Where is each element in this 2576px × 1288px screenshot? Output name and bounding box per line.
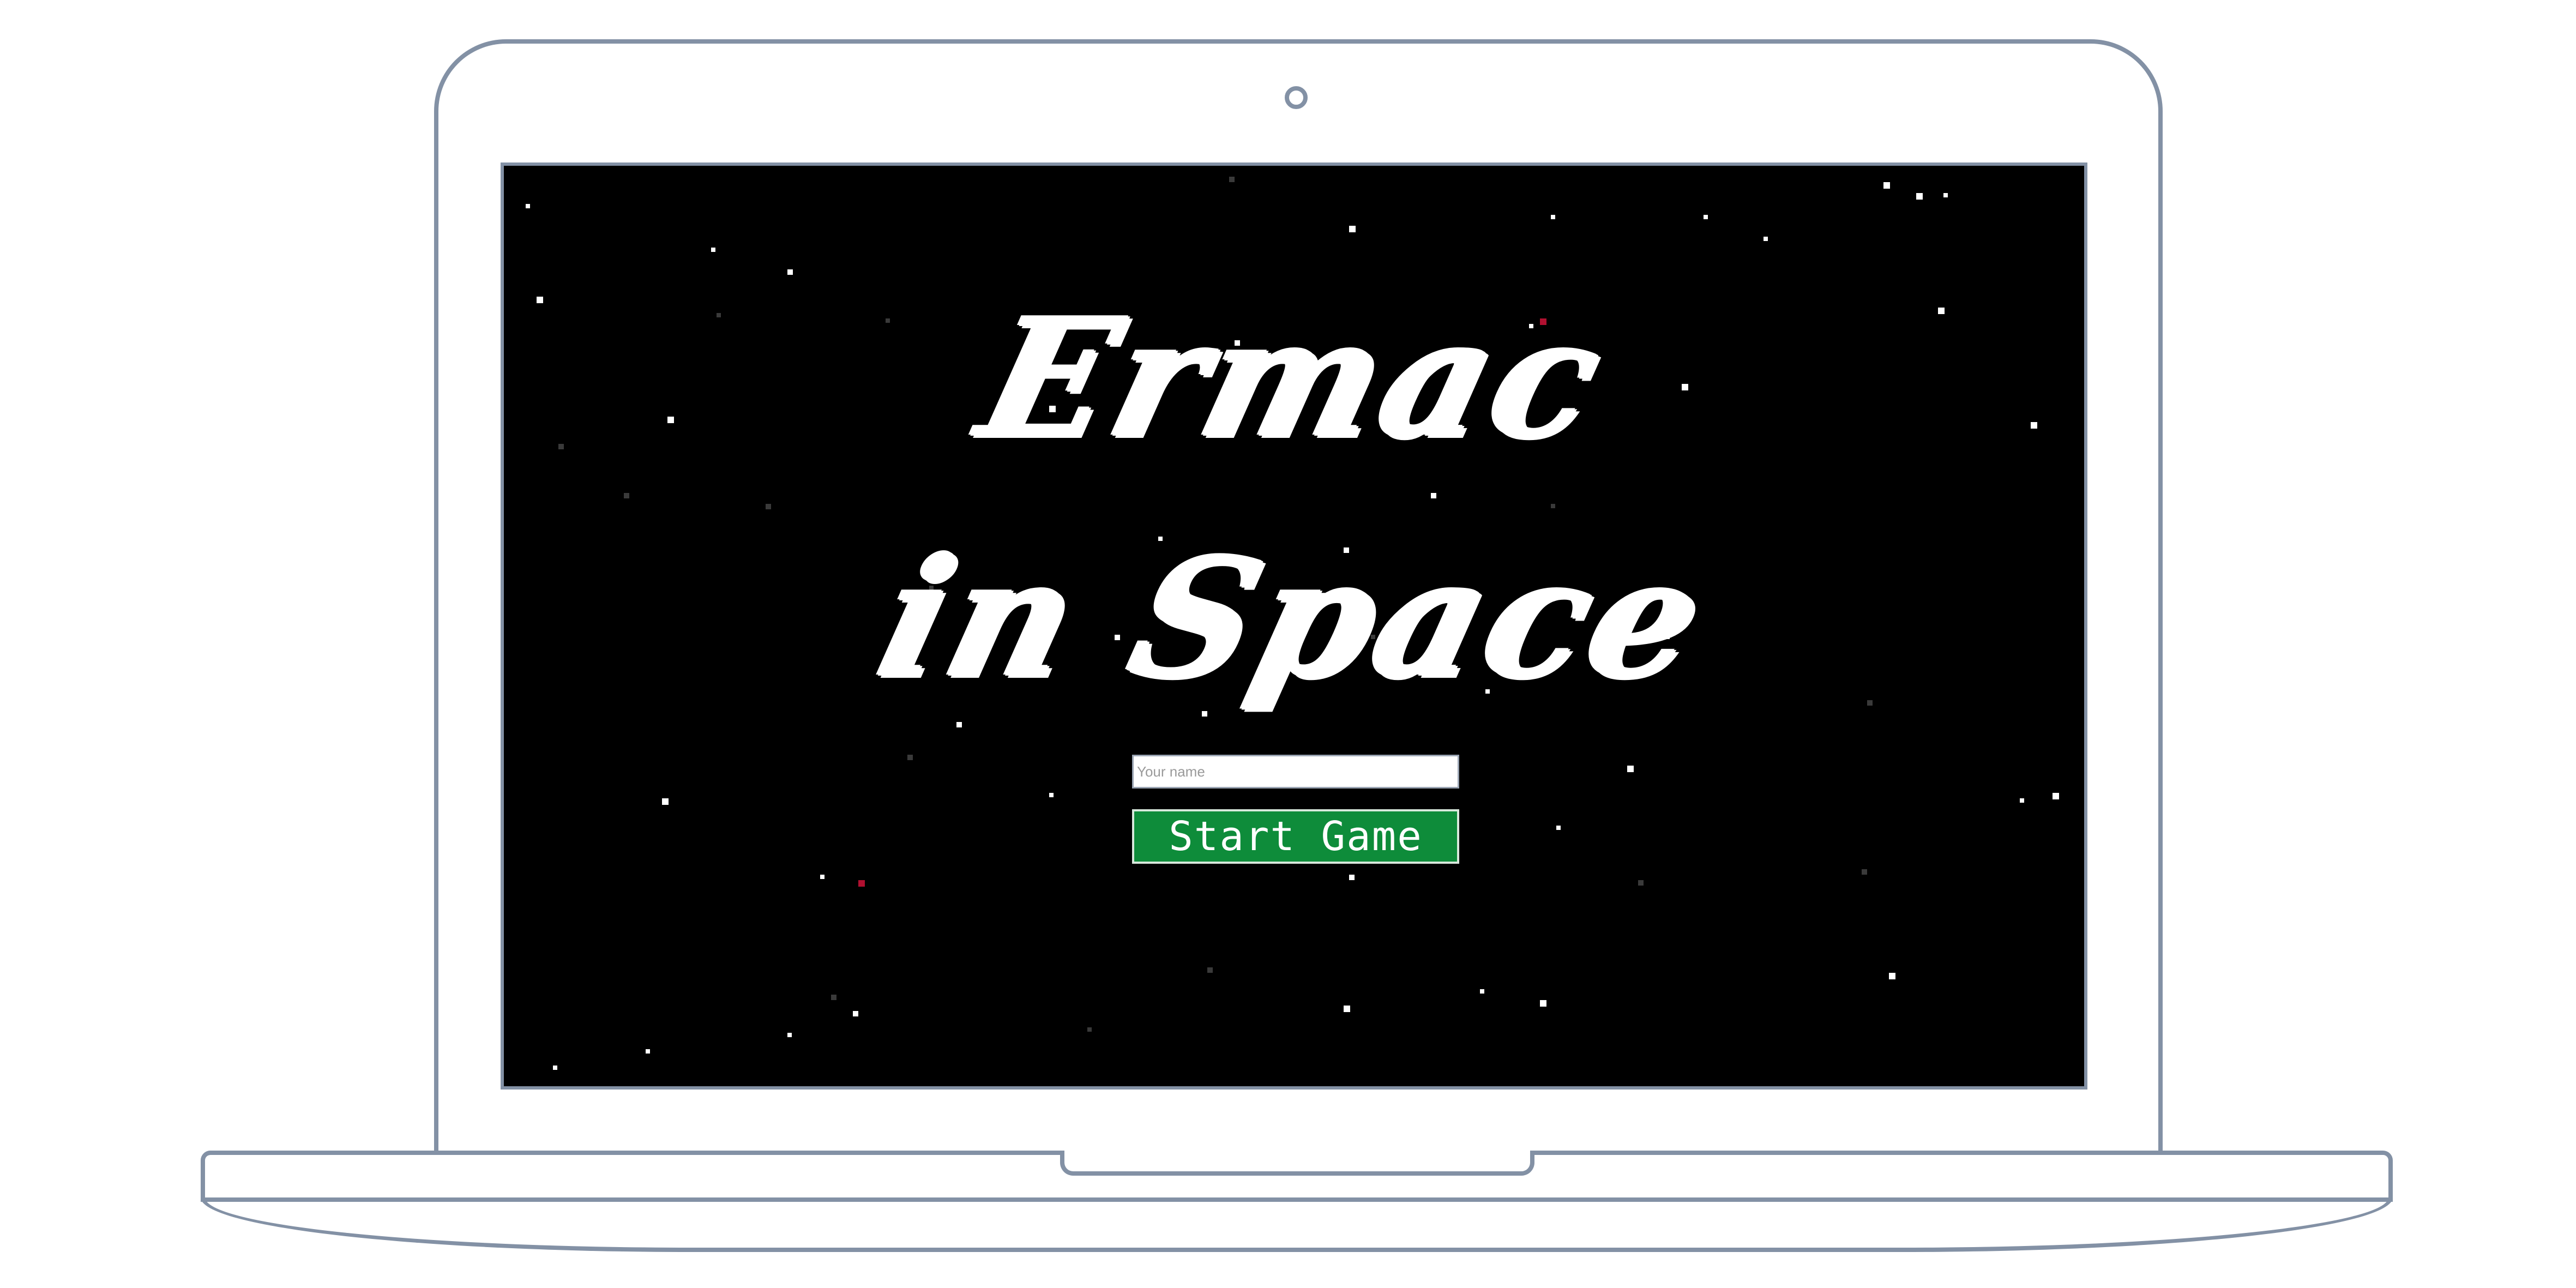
star [1638, 880, 1644, 886]
laptop-notch [1060, 1151, 1534, 1176]
star [1867, 700, 1873, 706]
star [1344, 1006, 1350, 1012]
camera-icon [1285, 86, 1308, 109]
star [1916, 193, 1923, 200]
star [1431, 493, 1436, 498]
star [907, 755, 913, 760]
game-title-line-2: in Space [862, 522, 1726, 714]
game-title-line-1: Ermac [964, 282, 1624, 474]
start-game-button[interactable]: Start Game [1132, 809, 1459, 864]
star [2020, 798, 2024, 803]
star [1551, 215, 1555, 219]
star [662, 798, 669, 805]
star [766, 504, 771, 509]
star [1349, 875, 1355, 880]
player-name-input[interactable] [1132, 755, 1459, 789]
star [1540, 1000, 1546, 1007]
star [1889, 973, 1895, 979]
star [956, 722, 962, 727]
star [858, 880, 865, 887]
star [853, 1011, 858, 1016]
page-stage: Ermac in Space Start Game [0, 0, 2576, 1288]
laptop-base-bottom [201, 1197, 2393, 1252]
star [2053, 793, 2059, 799]
star [646, 1049, 650, 1054]
star [711, 248, 715, 252]
star [787, 269, 793, 275]
star [1704, 215, 1708, 219]
star [624, 493, 629, 498]
star [1229, 177, 1235, 182]
star [1943, 193, 1948, 197]
star [1862, 869, 1867, 875]
star [1207, 967, 1213, 973]
star [1556, 826, 1561, 830]
star [820, 875, 824, 879]
star [1627, 766, 1634, 772]
star [1883, 182, 1890, 189]
star [1764, 237, 1768, 241]
star [1480, 989, 1484, 994]
star [553, 1066, 557, 1070]
game-screen: Ermac in Space Start Game [501, 162, 2087, 1090]
star [1349, 226, 1356, 232]
star [526, 204, 530, 208]
star [1551, 504, 1555, 508]
star [831, 995, 836, 1000]
star [787, 1033, 792, 1037]
star [1049, 793, 1054, 797]
star [1087, 1027, 1092, 1032]
